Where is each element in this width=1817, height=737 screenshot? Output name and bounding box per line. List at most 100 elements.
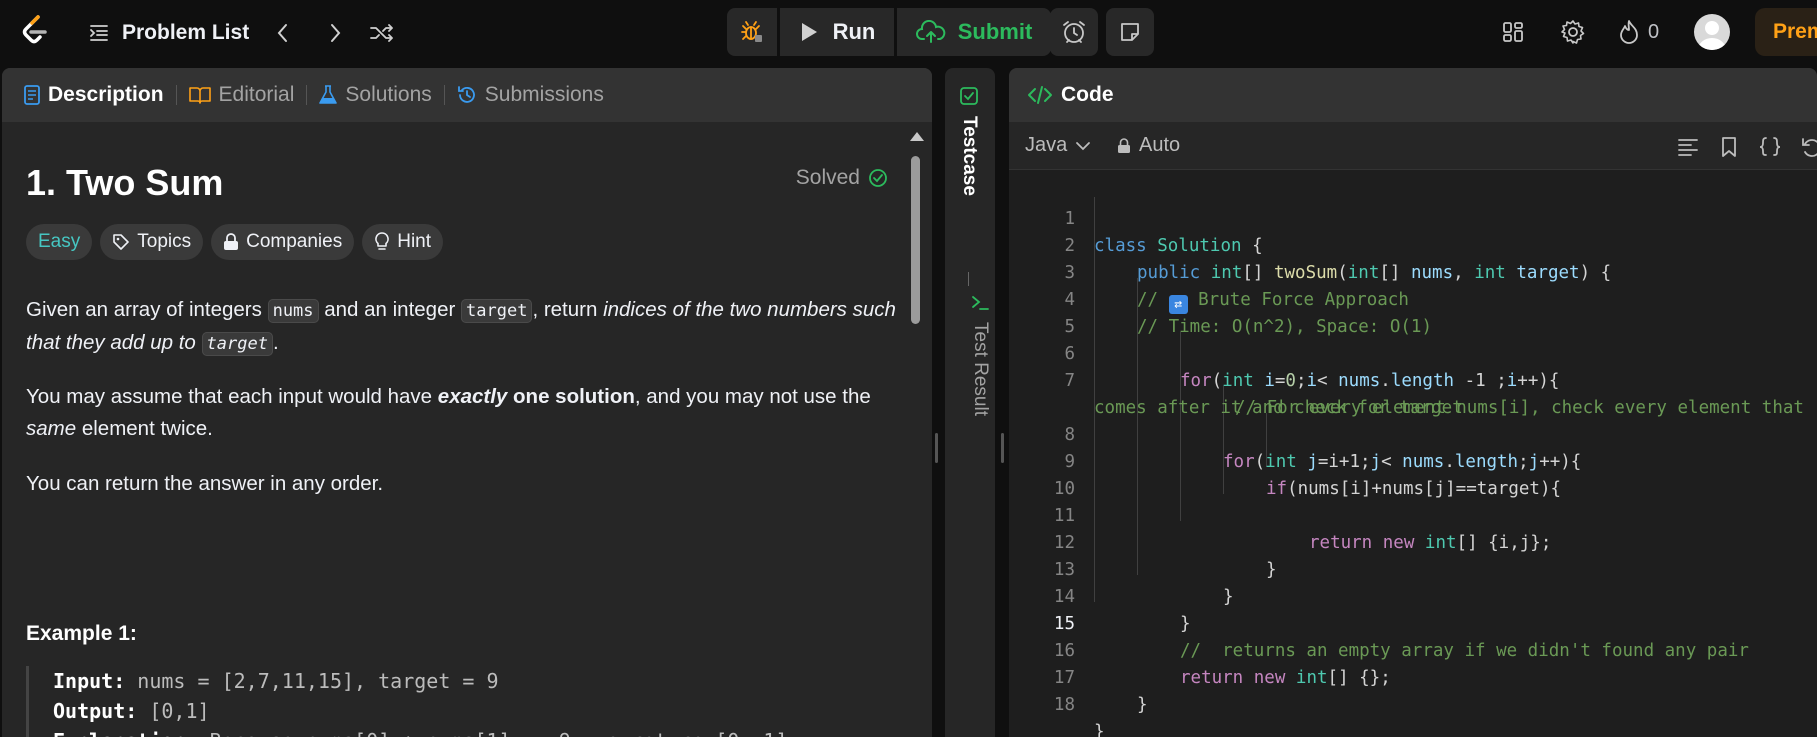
inline-code: target: [201, 332, 273, 356]
example-explanation-label: Explanation:: [53, 729, 198, 737]
code-header: Code: [1009, 68, 1817, 122]
notes-button[interactable]: [1106, 8, 1154, 56]
companies-tag[interactable]: Companies: [211, 224, 355, 260]
prev-problem-button[interactable]: [268, 18, 298, 48]
testcase-label: Testcase: [959, 116, 980, 196]
text: element twice.: [76, 417, 213, 440]
problem-paragraph-1: Given an array of integers nums and an i…: [26, 294, 896, 360]
terminal-icon: [970, 292, 990, 312]
hint-tag[interactable]: Hint: [362, 224, 444, 260]
fire-icon: [1618, 19, 1640, 45]
run-submit-group: Run Submit: [727, 8, 1051, 56]
leetcode-logo[interactable]: [18, 14, 52, 48]
premium-button[interactable]: Premium: [1755, 8, 1817, 56]
tab-solutions[interactable]: Solutions: [319, 83, 432, 107]
code-line: 10: [1009, 449, 1817, 499]
format-button[interactable]: [1675, 134, 1701, 160]
testcase-side-strip: Testcase Test Result: [945, 68, 995, 737]
check-circle-icon: [868, 168, 888, 188]
note-icon: [1118, 20, 1142, 44]
debug-button[interactable]: [727, 8, 777, 56]
tab-description[interactable]: Description: [24, 83, 164, 107]
streak-count: 0: [1648, 20, 1660, 43]
difficulty-badge: Easy: [26, 224, 93, 260]
hint-label: Hint: [397, 231, 432, 252]
tab-divider: [306, 85, 308, 105]
chevron-left-icon: [274, 22, 292, 44]
submit-button[interactable]: Submit: [897, 8, 1051, 56]
tab-editorial[interactable]: Editorial: [188, 83, 294, 107]
run-button[interactable]: Run: [780, 8, 894, 56]
example-output-row: Output: [0,1]: [53, 696, 800, 726]
problem-list-button[interactable]: Problem List: [88, 18, 249, 48]
code-line: 12 }: [1009, 503, 1817, 580]
tab-description-label: Description: [48, 83, 164, 106]
description-scrollbar[interactable]: [908, 68, 924, 668]
next-problem-button[interactable]: [320, 18, 350, 48]
page-title: 1. Two Sum: [26, 162, 224, 203]
streak-counter[interactable]: 0: [1618, 16, 1659, 48]
code-editor[interactable]: 1 class Solution { 2 public int[] twoSum…: [1009, 170, 1817, 737]
code-icon: [1027, 84, 1053, 106]
auto-label: Auto: [1139, 134, 1181, 156]
description-tab-bar: Description Editorial Solutions Submissi…: [2, 68, 932, 122]
chevron-right-icon: [326, 22, 344, 44]
alarm-clock-icon: [1061, 19, 1087, 45]
list-icon: [88, 22, 110, 44]
timer-button[interactable]: [1050, 8, 1098, 56]
code-line: 9 if(nums[i]+nums[j]==target){: [1009, 422, 1817, 499]
difficulty-label: Easy: [38, 231, 81, 252]
scroll-thumb[interactable]: [911, 156, 920, 324]
status-badge: Solved: [796, 166, 888, 190]
code-line: 5: [1009, 287, 1817, 337]
avatar[interactable]: [1694, 14, 1730, 50]
undo-icon: [1800, 136, 1817, 158]
bookmark-button[interactable]: [1716, 134, 1742, 160]
testcase-tab[interactable]: Testcase: [958, 86, 980, 196]
layout-button[interactable]: [1497, 16, 1529, 48]
text: , return: [532, 298, 604, 321]
text: Given an array of integers: [26, 298, 268, 321]
document-icon: [24, 85, 40, 105]
lightbulb-icon: [374, 232, 390, 252]
topics-tag[interactable]: Topics: [100, 224, 204, 260]
language-label: Java: [1025, 134, 1068, 156]
test-result-tab[interactable]: Test Result: [958, 292, 1002, 416]
submit-label: Submit: [957, 19, 1033, 44]
emphasis-text: same: [26, 417, 77, 440]
braces-icon: [1758, 136, 1782, 158]
tab-divider: [175, 85, 177, 105]
code-line-wrapped: comes after it and check for target: [1009, 368, 1817, 418]
example-input-value: nums = [2,7,11,15], target = 9: [137, 669, 499, 693]
random-problem-button[interactable]: [367, 18, 397, 48]
code-line-current: 15 // returns an empty array if we didn'…: [1009, 584, 1817, 661]
auto-mode-toggle[interactable]: Auto: [1117, 134, 1180, 157]
emphasis-text: exactly: [437, 385, 508, 408]
code-line: 2 public int[] twoSum(int[] nums, int ta…: [1009, 206, 1817, 283]
tab-submissions[interactable]: Submissions: [457, 83, 604, 107]
code-line: 6 for(int i=0;i< nums.length -1 ;i++){: [1009, 314, 1817, 391]
example-explanation-row: Explanation: Because nums[0] + nums[1] =…: [53, 726, 800, 737]
line-number: 18: [1053, 695, 1075, 715]
inline-code: target: [461, 299, 533, 323]
panel-resize-handle[interactable]: [935, 433, 938, 463]
shuffle-icon: [369, 22, 395, 44]
gear-icon: [1560, 19, 1586, 45]
solved-label: Solved: [795, 166, 860, 189]
cloud-upload-icon: [915, 20, 946, 44]
history-icon: [457, 85, 477, 105]
braces-button[interactable]: [1757, 134, 1783, 160]
code-line: 18 }: [1009, 665, 1817, 737]
text: and an integer: [318, 298, 462, 321]
problem-tags: Easy Topics Companies Hint: [26, 224, 444, 260]
example-input-row: Input: nums = [2,7,11,15], target = 9: [53, 666, 800, 696]
side-divider: [968, 272, 969, 286]
language-select[interactable]: Java: [1025, 134, 1091, 157]
companies-label: Companies: [246, 231, 343, 252]
reset-button[interactable]: [1798, 134, 1817, 160]
scroll-up-arrow[interactable]: [910, 132, 924, 141]
panel-resize-handle[interactable]: [1001, 433, 1004, 463]
settings-button[interactable]: [1557, 16, 1589, 48]
flask-icon: [319, 85, 338, 105]
code-toolbar: Java Auto: [1009, 122, 1817, 170]
